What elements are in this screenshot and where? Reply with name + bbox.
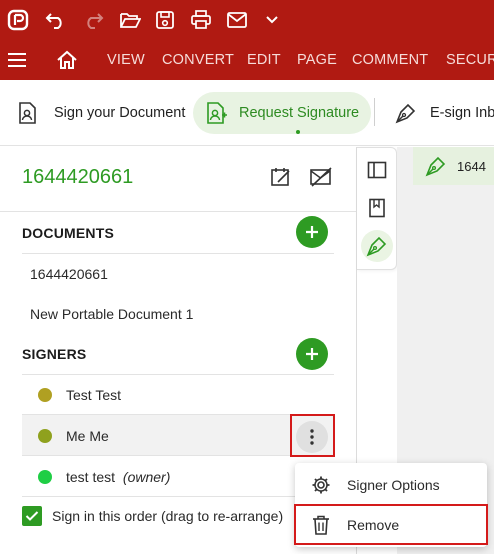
menu-page[interactable]: PAGE	[297, 52, 337, 68]
add-document-button[interactable]	[296, 216, 328, 248]
owner-tag: (owner)	[122, 469, 171, 485]
gear-icon	[309, 473, 333, 497]
menu-convert[interactable]: CONVERT	[162, 52, 234, 68]
divider	[22, 496, 334, 497]
remove-highlight-frame	[294, 504, 488, 545]
active-tab-indicator	[296, 130, 300, 134]
signer-options-label: Signer Options	[347, 477, 440, 493]
panel-document-title: 1644420661	[22, 166, 134, 188]
menu-secure[interactable]: SECURE	[446, 52, 494, 68]
add-signer-button[interactable]	[296, 338, 328, 370]
request-signature-icon	[205, 101, 229, 125]
open-folder-icon[interactable]	[116, 6, 144, 34]
menu-bar: VIEW CONVERT EDIT PAGE COMMENT SECURE	[0, 40, 494, 80]
toolbar-divider	[374, 98, 375, 126]
signature-field-label: 1644	[457, 158, 486, 174]
signer-color-dot	[38, 429, 52, 443]
home-icon[interactable]	[56, 49, 78, 71]
signer-color-dot	[38, 388, 52, 402]
pen-nib-icon	[425, 155, 447, 177]
title-bar	[0, 0, 494, 40]
signers-heading: SIGNERS	[22, 346, 87, 362]
esign-inbox-button[interactable]: E-sign Inbo	[394, 92, 494, 134]
esign-inbox-label: E-sign Inbo	[430, 105, 494, 121]
email-icon[interactable]	[223, 6, 251, 34]
panel-header-divider	[0, 211, 356, 212]
app-logo-icon[interactable]	[4, 6, 32, 34]
menu-view[interactable]: VIEW	[107, 52, 145, 68]
pen-nib-icon	[394, 101, 418, 125]
plus-icon	[306, 226, 318, 238]
menu-comment[interactable]: COMMENT	[352, 52, 428, 68]
side-toolbar	[357, 147, 397, 270]
documents-heading: DOCUMENTS	[22, 225, 115, 241]
document-item[interactable]: New Portable Document 1	[30, 306, 193, 322]
hamburger-icon[interactable]	[7, 51, 27, 69]
panel-toggle-icon[interactable]	[365, 158, 389, 182]
signer-name-text: test test	[66, 469, 116, 485]
checkmark-icon	[25, 511, 39, 521]
signer-color-dot	[38, 470, 52, 484]
save-icon[interactable]	[151, 6, 179, 34]
pen-nib-icon[interactable]	[365, 234, 389, 258]
signer-document-icon	[16, 101, 40, 125]
message-off-icon[interactable]	[309, 166, 333, 188]
signer-name[interactable]: Me Me	[66, 428, 109, 444]
divider	[22, 374, 334, 375]
redo-icon[interactable]	[79, 6, 107, 34]
menu-edit[interactable]: EDIT	[247, 52, 281, 68]
kebab-highlight-frame	[290, 414, 335, 457]
signature-toolbar: Sign your Document Request Signature E-s…	[0, 80, 494, 146]
signer-name[interactable]: Test Test	[66, 387, 121, 403]
print-icon[interactable]	[187, 6, 215, 34]
divider	[22, 455, 334, 456]
signer-name[interactable]: test test (owner)	[66, 469, 170, 485]
signature-field-card[interactable]: 1644	[413, 147, 494, 185]
calendar-edit-icon[interactable]	[270, 166, 292, 188]
request-signature-button[interactable]: Request Signature	[193, 92, 372, 134]
document-item[interactable]: 1644420661	[30, 266, 108, 282]
sign-document-button[interactable]: Sign your Document	[16, 92, 185, 134]
request-signature-label: Request Signature	[239, 105, 360, 121]
chevron-down-icon[interactable]	[258, 6, 286, 34]
signer-options-menu-item[interactable]: Signer Options	[295, 465, 487, 505]
sign-in-order-label[interactable]: Sign in this order (drag to re-arrange)	[52, 508, 283, 524]
sign-in-order-checkbox[interactable]	[22, 506, 42, 526]
bookmark-icon[interactable]	[365, 196, 389, 220]
plus-icon	[306, 348, 318, 360]
divider	[22, 253, 334, 254]
undo-icon[interactable]	[42, 6, 70, 34]
sign-document-label: Sign your Document	[54, 105, 186, 121]
